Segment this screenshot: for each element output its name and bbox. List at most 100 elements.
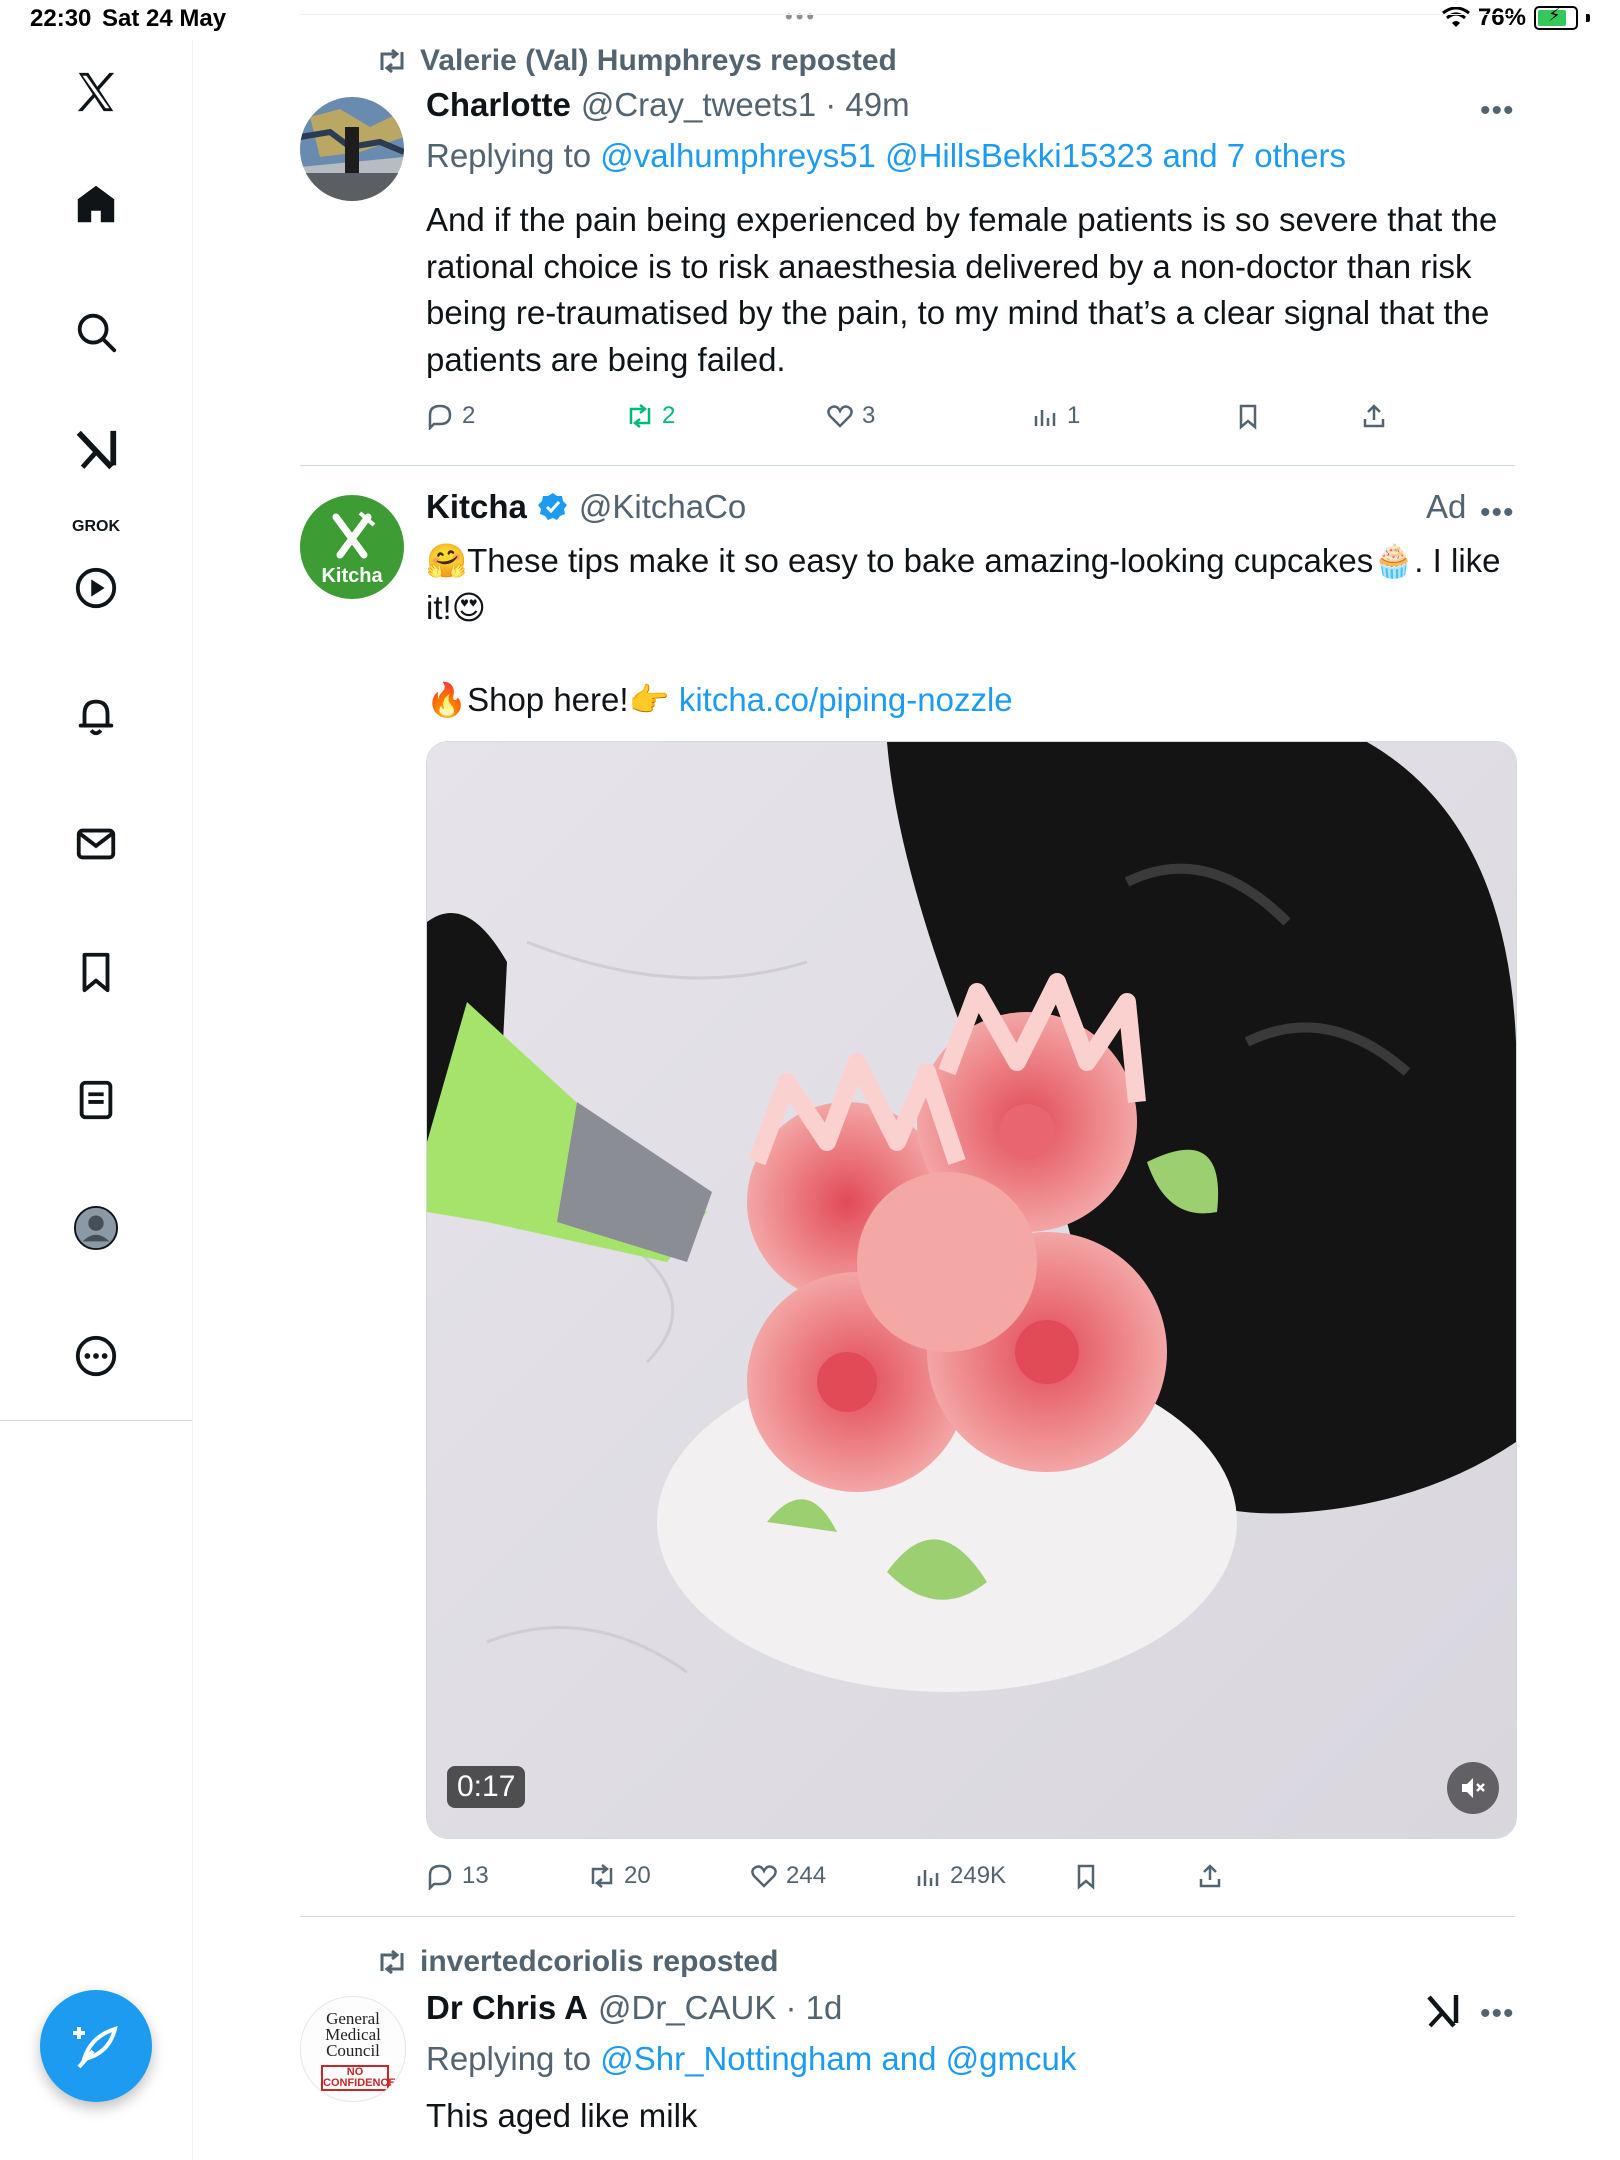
views-button[interactable]: 249K <box>914 1862 1006 1890</box>
status-bar: 22:30 Sat 24 May ••• 76% ⚡ <box>0 0 1620 40</box>
bookmark-button[interactable] <box>1234 402 1262 430</box>
share-button[interactable] <box>1196 1862 1224 1890</box>
more-options-icon[interactable]: ••• <box>1480 1997 1515 2031</box>
share-icon <box>1363 404 1385 428</box>
status-right: 76% ⚡ <box>1442 4 1590 32</box>
home-icon[interactable] <box>66 174 126 234</box>
author-name[interactable]: Charlotte <box>426 86 571 124</box>
author-handle-time[interactable]: @Dr_CAUK · 1d <box>598 1989 842 2027</box>
share-button[interactable] <box>1360 402 1388 430</box>
bookmark-icon <box>1239 404 1257 430</box>
compose-button[interactable] <box>40 1990 152 2102</box>
shop-prefix: 🔥Shop here!👉 <box>426 681 679 718</box>
like-count: 3 <box>862 402 876 429</box>
reply-button[interactable]: 13 <box>426 1862 489 1890</box>
tweet-header: Dr Chris A @Dr_CAUK · 1d <box>426 1989 842 2027</box>
x-logo-icon[interactable] <box>66 62 126 122</box>
sidebar-border <box>192 1420 193 2160</box>
reply-icon <box>428 1864 452 1890</box>
reply-icon <box>428 404 452 430</box>
author-name[interactable]: Dr Chris A <box>426 1989 588 2027</box>
replying-links[interactable]: @Shr_Nottingham and @gmcuk <box>600 2040 1076 2077</box>
bookmarks-icon[interactable] <box>66 942 126 1002</box>
heart-icon <box>827 405 853 428</box>
tweet-text: This aged like milk <box>426 2097 698 2134</box>
profile-icon[interactable] <box>66 1198 126 1258</box>
avatar-line3: Council <box>326 2041 380 2060</box>
compose-feather-icon <box>73 2026 118 2069</box>
more-options-icon[interactable]: ••• <box>1480 496 1515 530</box>
tweet-text: 🤗These tips make it so easy to bake amaz… <box>426 542 1501 626</box>
video-duration: 0:17 <box>447 1766 526 1808</box>
replying-to: Replying to @valhumphreys51 @HillsBekki1… <box>426 137 1346 175</box>
tweet-text: And if the pain being experienced by fem… <box>426 201 1498 378</box>
video-frame <box>427 742 1516 1838</box>
author-handle[interactable]: @KitchaCo <box>579 488 746 526</box>
views-button[interactable]: 1 <box>1031 402 1080 430</box>
more-icon[interactable] <box>66 1326 126 1386</box>
top-divider <box>300 14 1515 15</box>
ad-label: Ad <box>1426 488 1467 525</box>
tweet[interactable]: invertedcoriolis reposted General Medica… <box>300 1917 1515 2160</box>
repost-context-label[interactable]: Valerie (Val) Humphreys reposted <box>420 44 897 78</box>
repost-count: 20 <box>624 1862 651 1889</box>
kitcha-avatar-text: Kitcha <box>321 565 383 587</box>
tweet-header: Charlotte @Cray_tweets1 · 49m <box>426 86 910 124</box>
view-count: 1 <box>1067 402 1081 429</box>
grok-icon[interactable] <box>66 420 126 480</box>
mute-button[interactable] <box>1447 1762 1499 1814</box>
author-handle-time[interactable]: @Cray_tweets1 · 49m <box>581 86 910 124</box>
repost-button[interactable]: 20 <box>588 1862 651 1890</box>
no-confidence-stamp: NO CONFIDENCE <box>321 2065 396 2091</box>
tweet[interactable]: Valerie (Val) Humphreys reposted Charlot… <box>300 40 1515 465</box>
share-icon <box>1199 1864 1221 1888</box>
messages-icon[interactable] <box>66 814 126 874</box>
avatar[interactable] <box>300 97 404 201</box>
repost-button[interactable]: 2 <box>626 402 675 430</box>
reply-button[interactable]: 2 <box>426 402 475 430</box>
replying-links[interactable]: @valhumphreys51 @HillsBekki15323 and 7 o… <box>600 137 1346 174</box>
view-count: 249K <box>950 1862 1007 1889</box>
search-icon[interactable] <box>66 302 126 362</box>
lists-icon[interactable] <box>66 1070 126 1130</box>
sidebar: GROK <box>0 40 193 1420</box>
video-player[interactable]: 0:17 <box>426 741 1517 1839</box>
speaker-muted-icon <box>1462 1778 1485 1798</box>
shop-line: 🔥Shop here!👉 kitcha.co/piping-nozzle <box>426 677 1516 724</box>
like-count: 244 <box>786 1862 827 1889</box>
avatar[interactable]: General Medical Council NO CONFIDENCE <box>300 1996 406 2102</box>
like-button[interactable]: 3 <box>826 402 875 430</box>
verified-badge-icon <box>537 493 567 520</box>
status-date: Sat 24 May <box>102 5 227 32</box>
like-button[interactable]: 244 <box>750 1862 826 1890</box>
wifi-icon <box>1442 7 1470 27</box>
grok-label: GROK <box>72 518 120 535</box>
views-icon <box>917 1870 939 1886</box>
repost-icon <box>380 1949 404 1975</box>
repost-context: invertedcoriolis reposted <box>376 1945 778 1979</box>
repost-icon <box>380 48 404 74</box>
bookmark-icon <box>1077 1864 1095 1890</box>
notifications-icon[interactable] <box>66 686 126 746</box>
tweet-header: Kitcha @KitchaCo <box>426 488 746 526</box>
replying-prefix: Replying to <box>426 2040 601 2077</box>
battery-icon: ⚡ <box>1534 5 1578 30</box>
repost-icon <box>591 1864 613 1888</box>
repost-context-label[interactable]: invertedcoriolis reposted <box>420 1945 778 1979</box>
reply-count: 13 <box>462 1862 489 1889</box>
grok-icon[interactable] <box>1426 1993 1460 2034</box>
tweet-actions: 13 20 244 249K <box>426 1862 1516 1902</box>
replying-prefix: Replying to <box>426 137 601 174</box>
bookmark-button[interactable] <box>1072 1862 1100 1890</box>
repost-context: Valerie (Val) Humphreys reposted <box>376 44 897 78</box>
multitasking-dots[interactable]: ••• <box>785 4 817 30</box>
author-name[interactable]: Kitcha <box>426 488 527 526</box>
video-icon[interactable] <box>66 558 126 618</box>
shop-link[interactable]: kitcha.co/piping-nozzle <box>679 681 1013 718</box>
status-time: 22:30 <box>30 5 92 32</box>
more-options-icon[interactable]: ••• <box>1480 94 1515 128</box>
views-icon <box>1034 410 1056 426</box>
repost-icon <box>629 404 651 428</box>
replying-to: Replying to @Shr_Nottingham and @gmcuk <box>426 2040 1076 2078</box>
kitcha-avatar[interactable]: Kitcha <box>300 495 404 599</box>
